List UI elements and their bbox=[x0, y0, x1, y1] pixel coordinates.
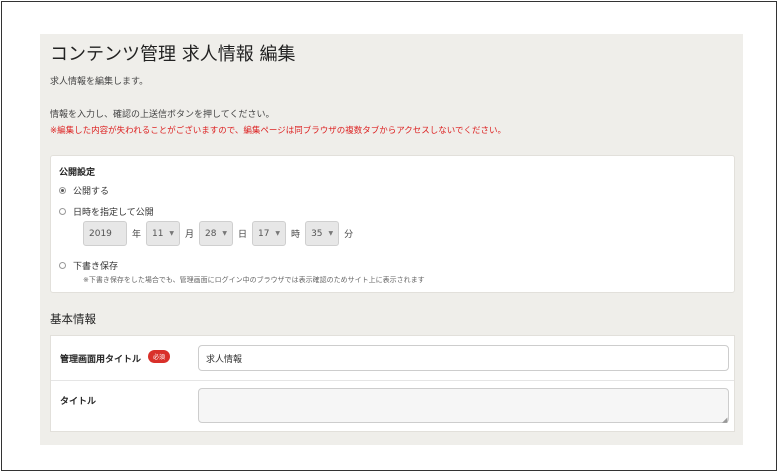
radio-label: 公開する bbox=[73, 187, 110, 197]
year-unit: 年 bbox=[132, 230, 142, 240]
hour-value: 17 bbox=[258, 228, 270, 239]
publish-settings-box: 公開設定 公開する 日時を指定して公開 2019 年 11 ▼ 月 28 ▼ 日… bbox=[50, 155, 735, 293]
radio-label: 下書き保存 bbox=[73, 262, 119, 272]
minute-unit: 分 bbox=[344, 230, 354, 240]
page-subtitle: 求人情報を編集します。 bbox=[50, 77, 149, 87]
resize-grip-icon[interactable]: ◢ bbox=[722, 416, 727, 424]
title-label: タイトル bbox=[60, 397, 97, 407]
basic-info-form: 管理画面用タイトル 必須 タイトル ◢ bbox=[50, 335, 735, 432]
title-textarea[interactable] bbox=[198, 388, 729, 423]
radio-scheduled-publish[interactable]: 日時を指定して公開 bbox=[59, 205, 154, 218]
month-select[interactable]: 11 ▼ bbox=[146, 221, 181, 246]
chevron-down-icon: ▼ bbox=[275, 230, 281, 237]
radio-label: 日時を指定して公開 bbox=[73, 208, 154, 218]
day-unit: 日 bbox=[238, 230, 248, 240]
content-panel: コンテンツ管理 求人情報 編集 求人情報を編集します。 情報を入力し、確認の上送… bbox=[40, 34, 743, 445]
form-divider bbox=[51, 380, 734, 381]
chevron-down-icon: ▼ bbox=[169, 230, 175, 237]
admin-title-label: 管理画面用タイトル bbox=[60, 355, 142, 365]
radio-draft[interactable]: 下書き保存 bbox=[59, 259, 118, 272]
draft-note: ※下書き保存をした場合でも、管理画面にログイン中のブラウザでは表示確認のためサイ… bbox=[83, 276, 425, 284]
year-value: 2019 bbox=[89, 228, 112, 239]
radio-button[interactable] bbox=[59, 262, 66, 269]
warning-text: ※編集した内容が失われることがございますので、編集ページは同ブラウザの複数タブか… bbox=[50, 126, 507, 136]
instruction-text: 情報を入力し、確認の上送信ボタンを押してください。 bbox=[50, 110, 275, 120]
month-value: 11 bbox=[152, 228, 164, 239]
year-select[interactable]: 2019 bbox=[83, 221, 127, 246]
month-unit: 月 bbox=[185, 230, 195, 240]
required-badge: 必須 bbox=[148, 350, 171, 363]
screenshot-frame: コンテンツ管理 求人情報 編集 求人情報を編集します。 情報を入力し、確認の上送… bbox=[1, 1, 777, 471]
minute-value: 35 bbox=[311, 228, 323, 239]
publish-settings-heading: 公開設定 bbox=[59, 168, 96, 178]
minute-select[interactable]: 35 ▼ bbox=[305, 221, 340, 246]
radio-button[interactable] bbox=[59, 208, 66, 215]
section-title-basic-info: 基本情報 bbox=[50, 312, 96, 326]
radio-publish[interactable]: 公開する bbox=[59, 184, 109, 197]
admin-title-input[interactable] bbox=[198, 345, 729, 371]
hour-unit: 時 bbox=[291, 230, 301, 240]
page-title: コンテンツ管理 求人情報 編集 bbox=[50, 44, 296, 65]
chevron-down-icon: ▼ bbox=[328, 230, 334, 237]
schedule-datetime-row: 2019 年 11 ▼ 月 28 ▼ 日 17 ▼ 時 35 ▼ 分 bbox=[83, 221, 358, 246]
day-value: 28 bbox=[205, 228, 217, 239]
chevron-down-icon: ▼ bbox=[222, 230, 228, 237]
radio-button[interactable] bbox=[59, 187, 66, 194]
hour-select[interactable]: 17 ▼ bbox=[252, 221, 287, 246]
day-select[interactable]: 28 ▼ bbox=[199, 221, 234, 246]
